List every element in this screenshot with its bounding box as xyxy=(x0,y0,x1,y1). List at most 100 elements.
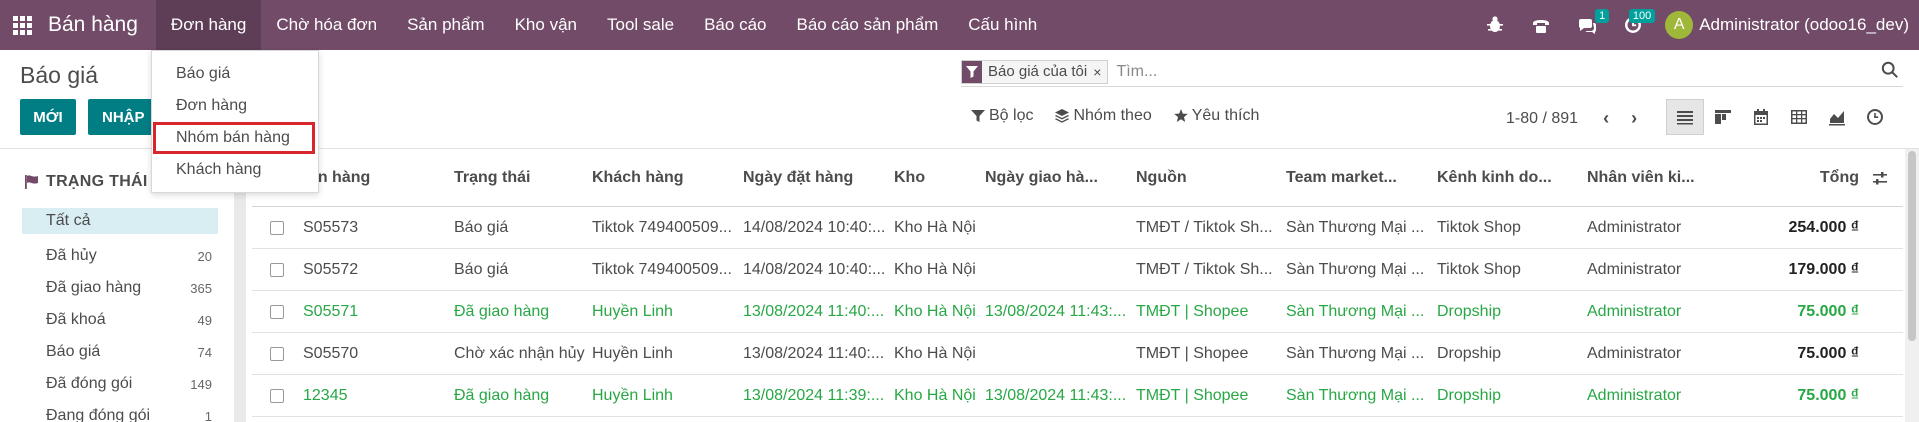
sidebar-item-tat-ca[interactable]: Tất cả xyxy=(22,208,218,234)
header-channel[interactable]: Kênh kinh do... xyxy=(1437,149,1581,206)
menu-cau-hinh[interactable]: Cấu hình xyxy=(953,0,1052,50)
cell-salesperson: Administrator xyxy=(1587,386,1682,404)
user-menu[interactable]: A Administrator (odoo16_dev) xyxy=(1651,11,1919,39)
header-delivery-date[interactable]: Ngày giao hà... xyxy=(985,149,1129,206)
cell-warehouse: Kho Hà Nội xyxy=(894,302,976,320)
pivot-view-icon[interactable] xyxy=(1780,99,1818,135)
cell-source: TMĐT | Shopee xyxy=(1136,386,1249,404)
menu-bao-cao[interactable]: Báo cáo xyxy=(689,0,781,50)
search-bar: Báo giá của tôi × xyxy=(961,57,1903,87)
cell-status: Báo giá xyxy=(454,260,509,278)
sidebar-item-count: 20 xyxy=(197,248,212,264)
column-settings-icon[interactable] xyxy=(1872,149,1896,206)
pager-next-icon[interactable]: › xyxy=(1620,108,1648,129)
row-checkbox[interactable] xyxy=(270,388,284,403)
chat-icon[interactable]: 1 xyxy=(1569,0,1610,50)
menu-cho-hoa-don[interactable]: Chờ hóa đơn xyxy=(261,0,392,50)
table-row[interactable]: S05572 Báo giá Tiktok 749400509... 14/08… xyxy=(252,249,1903,291)
kanban-view-icon[interactable] xyxy=(1704,99,1742,135)
sidebar-item-label: Báo giá xyxy=(46,343,101,360)
avatar: A xyxy=(1665,11,1694,39)
filter-button[interactable]: Bộ lọc xyxy=(971,107,1033,125)
cell-warehouse: Kho Hà Nội xyxy=(894,260,976,278)
row-checkbox[interactable] xyxy=(270,262,284,277)
dropdown-item-don-hang[interactable]: Đơn hàng xyxy=(152,90,318,122)
favorites-button[interactable]: Yêu thích xyxy=(1173,107,1259,125)
user-name: Administrator (odoo16_dev) xyxy=(1699,15,1909,34)
menu-tool-sale[interactable]: Tool sale xyxy=(592,0,689,50)
calendar-view-icon[interactable] xyxy=(1742,99,1780,135)
sidebar-item-da-giao-hang[interactable]: Đã giao hàng 365 xyxy=(22,272,218,304)
scrollbar-thumb[interactable] xyxy=(1908,151,1916,341)
search-icon[interactable] xyxy=(1881,61,1901,81)
graph-view-icon[interactable] xyxy=(1818,99,1856,135)
cell-salesperson: Administrator xyxy=(1587,260,1682,278)
cell-delivery-date xyxy=(985,249,1131,290)
group-by-label: Nhóm theo xyxy=(1073,107,1152,124)
table-row[interactable]: 12345 Đã giao hàng Huyền Linh 13/08/2024… xyxy=(252,375,1903,417)
sidebar-item-da-khoa[interactable]: Đã khoá 49 xyxy=(22,304,218,336)
sidebar-item-bao-gia[interactable]: Báo giá 74 xyxy=(22,336,218,368)
row-checkbox[interactable] xyxy=(270,346,284,361)
app-brand[interactable]: Bán hàng xyxy=(44,13,156,37)
flag-icon xyxy=(25,175,38,189)
cell-team: Sàn Thương Mại ... xyxy=(1286,344,1425,362)
menu-san-pham[interactable]: Sản phẩm xyxy=(392,0,500,50)
row-checkbox[interactable] xyxy=(270,220,284,235)
table-scrollbar[interactable] xyxy=(1905,149,1919,422)
activity-view-icon[interactable] xyxy=(1856,99,1894,135)
star-icon xyxy=(1173,109,1188,122)
view-switcher xyxy=(1666,99,1894,135)
pager-value[interactable]: 1-80 / 891 xyxy=(1506,110,1578,128)
cell-customer: Huyền Linh xyxy=(592,386,673,404)
row-checkbox[interactable] xyxy=(270,304,284,319)
header-total[interactable]: Tổng xyxy=(1732,149,1859,206)
table-header: Mã đơn hàng Trạng thái Khách hàng Ngày đ… xyxy=(252,149,1903,207)
sidebar-item-label: Đã giao hàng xyxy=(46,279,142,296)
group-by-button[interactable]: Nhóm theo xyxy=(1055,107,1152,125)
dropdown-item-nhom-ban-hang[interactable]: Nhóm bán hàng xyxy=(153,122,315,154)
pager-prev-icon[interactable]: ‹ xyxy=(1592,108,1620,129)
table-row[interactable]: S05573 Báo giá Tiktok 749400509... 14/08… xyxy=(252,207,1903,249)
list-view-icon[interactable] xyxy=(1666,99,1704,135)
menu-don-hang[interactable]: Đơn hàng xyxy=(155,0,262,50)
header-order-date[interactable]: Ngày đặt hàng xyxy=(743,149,889,206)
bug-icon[interactable] xyxy=(1477,0,1513,50)
top-navbar: Bán hàng Đơn hàng Chờ hóa đơn Sản phẩm K… xyxy=(0,0,1919,50)
new-button[interactable]: MỚI xyxy=(20,99,76,135)
sidebar-item-label: Tất cả xyxy=(46,212,91,229)
menu-kho-van[interactable]: Kho vận xyxy=(500,0,592,50)
sidebar-item-count: 49 xyxy=(197,312,212,328)
clock-icon[interactable]: 100 xyxy=(1615,0,1656,50)
menu-bao-cao-san-pham[interactable]: Báo cáo sản phẩm xyxy=(781,0,953,50)
sidebar-item-da-huy[interactable]: Đã hủy 20 xyxy=(22,240,218,272)
page-title: Báo giá xyxy=(20,62,99,88)
dropdown-item-bao-gia[interactable]: Báo giá xyxy=(152,58,318,90)
apps-menu-icon[interactable] xyxy=(0,0,44,50)
header-source[interactable]: Nguồn xyxy=(1136,149,1280,206)
dropdown-item-khach-hang[interactable]: Khách hàng xyxy=(152,154,318,186)
header-customer[interactable]: Khách hàng xyxy=(592,149,738,206)
header-warehouse[interactable]: Kho xyxy=(894,149,974,206)
orders-table: Mã đơn hàng Trạng thái Khách hàng Ngày đ… xyxy=(252,149,1903,417)
search-input[interactable] xyxy=(1116,62,1903,81)
table-row[interactable]: S05571 Đã giao hàng Huyền Linh 13/08/202… xyxy=(252,291,1903,333)
sidebar-item-dang-dong-goi[interactable]: Đang đóng gói 1 xyxy=(22,400,218,422)
sidebar-item-count: 74 xyxy=(197,344,212,360)
header-salesperson[interactable]: Nhân viên ki... xyxy=(1587,149,1731,206)
facet-close-icon[interactable]: × xyxy=(1093,60,1108,83)
header-status[interactable]: Trạng thái xyxy=(454,149,594,206)
cell-delivery-date xyxy=(985,207,1131,248)
cell-total: 254.000 ₫ xyxy=(1788,218,1860,236)
header-team[interactable]: Team market... xyxy=(1286,149,1430,206)
cell-salesperson: Administrator xyxy=(1587,344,1682,362)
sidebar-item-da-dong-goi[interactable]: Đã đóng gói 149 xyxy=(22,368,218,400)
cell-order: S05571 xyxy=(303,302,359,320)
cell-source: TMĐT | Shopee xyxy=(1136,344,1249,362)
cell-status: Đã giao hàng xyxy=(454,386,550,404)
table-row[interactable]: S05570 Chờ xác nhận hủy Huyền Linh 13/08… xyxy=(252,333,1903,375)
phone-icon[interactable] xyxy=(1523,0,1559,50)
cell-salesperson: Administrator xyxy=(1587,302,1682,320)
cell-warehouse: Kho Hà Nội xyxy=(894,218,976,236)
cell-order-date: 13/08/2024 11:39:... xyxy=(743,386,885,404)
